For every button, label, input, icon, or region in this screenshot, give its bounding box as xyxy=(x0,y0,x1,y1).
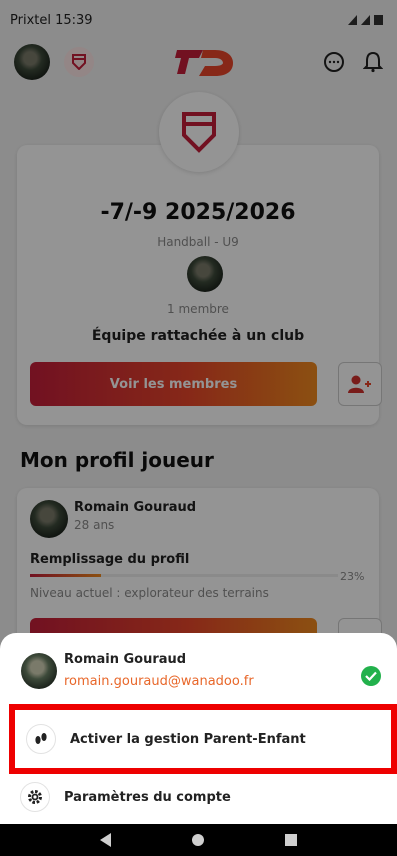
gear-icon xyxy=(20,782,50,812)
account-email: romain.gouraud@wanadoo.fr xyxy=(64,674,254,689)
check-icon xyxy=(361,666,381,686)
account-avatar xyxy=(21,653,57,689)
back-icon[interactable] xyxy=(100,833,112,847)
system-nav-bar xyxy=(0,824,397,856)
parent-child-label: Activer la gestion Parent-Enfant xyxy=(70,731,306,747)
recents-icon[interactable] xyxy=(284,834,297,846)
home-icon[interactable] xyxy=(191,834,204,846)
account-name: Romain Gouraud xyxy=(64,652,187,667)
footprints-icon xyxy=(26,724,56,754)
account-settings-menu-item[interactable]: Paramètres du compte xyxy=(9,767,397,827)
account-settings-label: Paramètres du compte xyxy=(64,789,231,805)
parent-child-menu-item[interactable]: Activer la gestion Parent-Enfant xyxy=(9,704,397,774)
